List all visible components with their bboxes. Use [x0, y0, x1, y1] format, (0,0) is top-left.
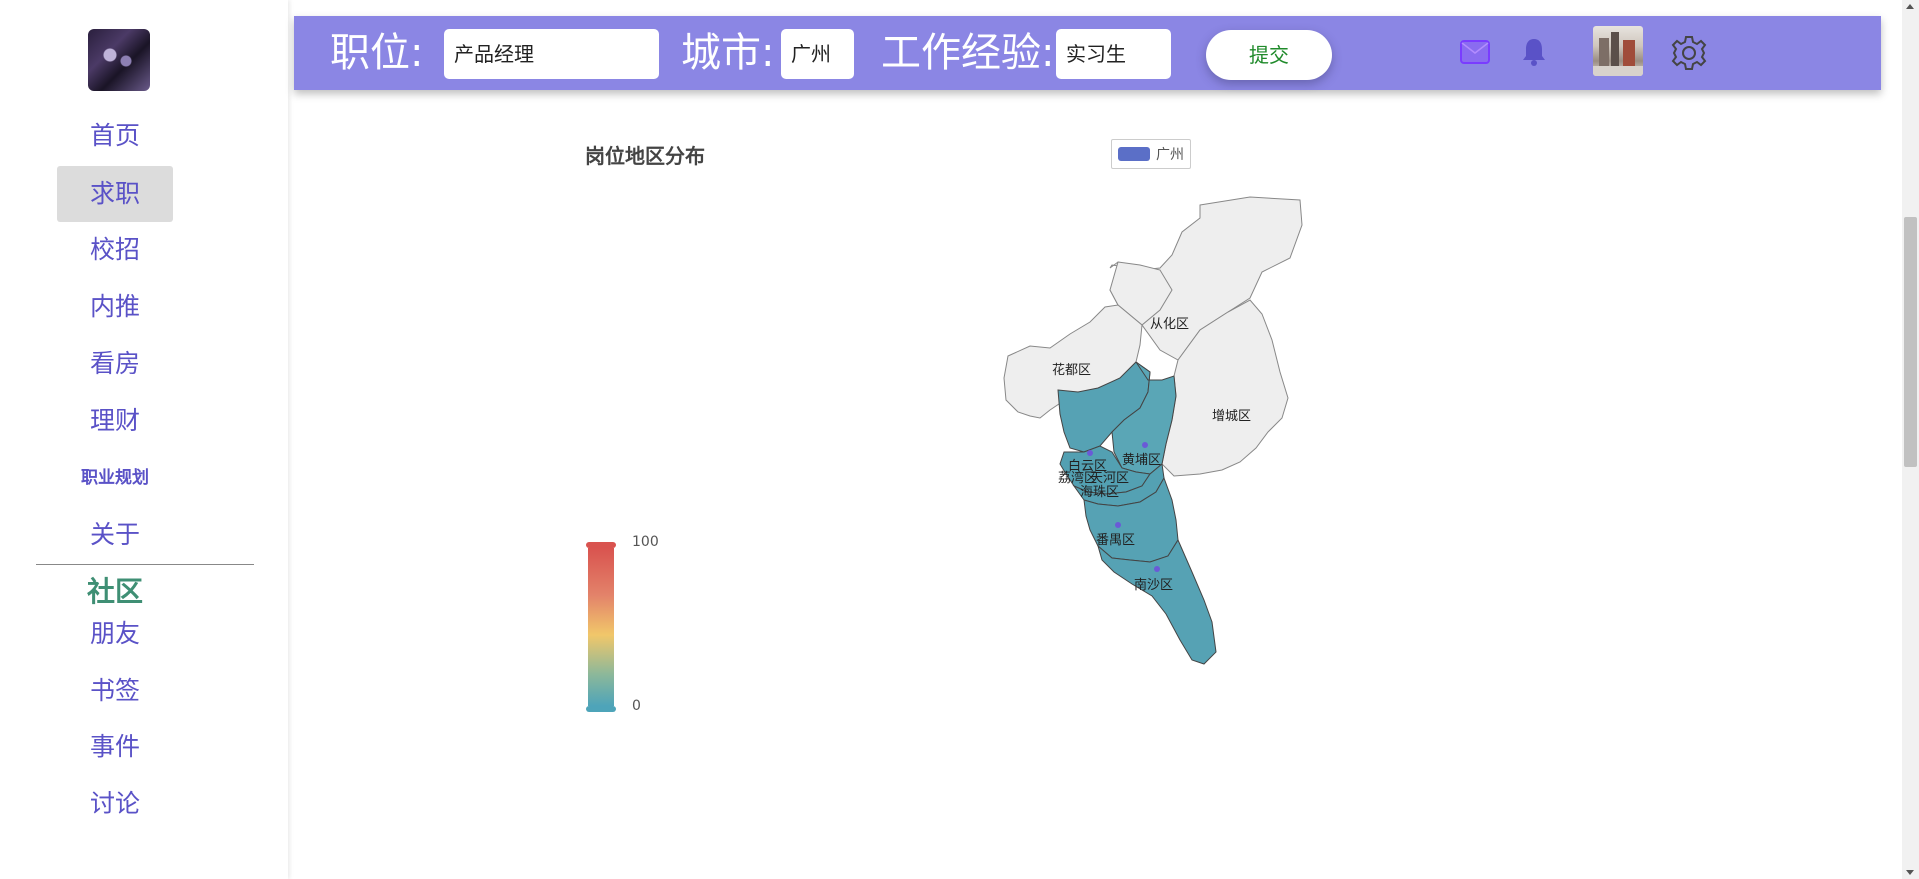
sidebar-item-housing[interactable]: 看房 [57, 336, 173, 392]
guangzhou-map[interactable]: 从化区 花都区 增城区 白云区 黄埔区 荔湾区 天河区 海珠区 番禺区 南沙区 [990, 190, 1320, 670]
app-logo[interactable] [88, 29, 150, 91]
label-nansha: 南沙区 [1134, 577, 1173, 593]
sidebar-item-bookmarks[interactable]: 书签 [57, 663, 173, 719]
search-bar: 职位: 产品经理 城市: 广州 工作经验: 实习生 提交 [294, 16, 1881, 90]
data-point [1154, 566, 1160, 572]
chart-legend[interactable]: 广州 [1111, 139, 1191, 169]
experience-label: 工作经验: [881, 30, 1055, 76]
visualmap-max-label: 100 [632, 534, 659, 550]
label-zengcheng: 增城区 [1212, 409, 1251, 424]
visualmap-bar[interactable] [585, 542, 617, 712]
label-tianhe: 天河区 [1090, 471, 1129, 486]
sidebar-item-home[interactable]: 首页 [57, 108, 173, 164]
city-input[interactable]: 广州 [781, 29, 854, 79]
sidebar-item-discussions[interactable]: 讨论 [57, 776, 173, 832]
sidebar-item-events[interactable]: 事件 [57, 719, 173, 775]
sidebar-item-jobs[interactable]: 求职 [57, 166, 173, 222]
sidebar-divider [36, 564, 254, 565]
sidebar-item-career-planning[interactable]: 职业规划 [57, 450, 173, 506]
scroll-up-arrow-icon[interactable] [1906, 4, 1914, 9]
position-input[interactable]: 产品经理 [444, 29, 659, 79]
data-point [1115, 522, 1121, 528]
city-label: 城市: [681, 30, 775, 76]
gear-icon[interactable] [1670, 34, 1708, 76]
chart-title: 岗位地区分布 [585, 144, 705, 168]
sidebar-item-campus[interactable]: 校招 [57, 222, 173, 278]
label-huadu: 花都区 [1052, 362, 1091, 378]
scrollbar-thumb[interactable] [1904, 217, 1917, 467]
sidebar-item-about[interactable]: 关于 [57, 507, 173, 563]
data-point [1087, 450, 1093, 456]
label-panyu: 番禺区 [1096, 533, 1135, 548]
legend-swatch [1118, 147, 1150, 161]
page-scrollbar[interactable] [1902, 0, 1919, 879]
position-label: 职位: [330, 30, 424, 76]
label-huangpu: 黄埔区 [1122, 453, 1161, 468]
scroll-down-arrow-icon[interactable] [1906, 870, 1914, 875]
mail-icon[interactable] [1459, 38, 1491, 70]
legend-label: 广州 [1156, 147, 1184, 163]
experience-input[interactable]: 实习生 [1056, 29, 1171, 79]
visualmap-min-label: 0 [632, 698, 641, 714]
sidebar-item-finance[interactable]: 理财 [57, 393, 173, 449]
data-point [1142, 442, 1148, 448]
sidebar: 首页 求职 校招 内推 看房 理财 职业规划 关于 社区 朋友 书签 事件 讨论 [0, 0, 288, 879]
avatar[interactable] [1593, 26, 1643, 76]
label-haizhu: 海珠区 [1080, 485, 1119, 500]
community-section-title: 社区 [86, 575, 143, 608]
sidebar-item-referral[interactable]: 内推 [57, 279, 173, 335]
submit-button[interactable]: 提交 [1206, 30, 1332, 80]
sidebar-item-friends[interactable]: 朋友 [57, 606, 173, 662]
bell-icon[interactable] [1520, 36, 1548, 72]
label-conghua: 从化区 [1150, 317, 1189, 332]
